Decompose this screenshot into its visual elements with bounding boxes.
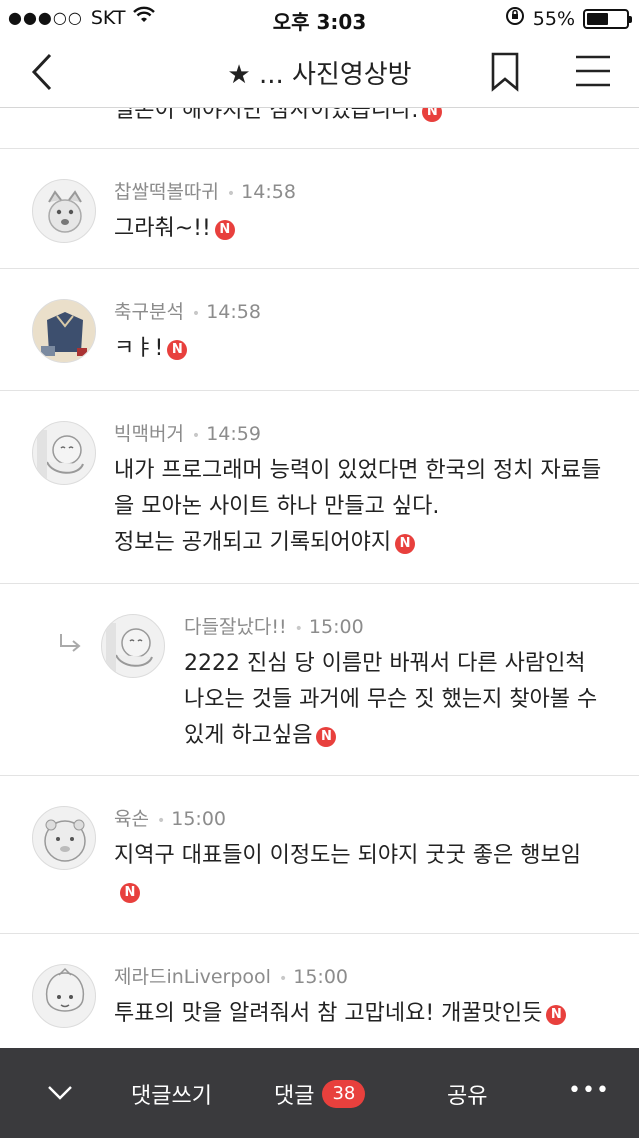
comment-item: 축구분석 • 14:58 ㅋㅑ! N [0,269,639,391]
comment-text: 내가 프로그래머 능력이 있었다면 한국의 정치 자료들 을 모아논 사이트 하… [114,458,602,555]
comment-author[interactable]: 다들잘났다!! [184,616,287,638]
comments-label: 댓글 [274,1084,315,1109]
chevron-down-icon [48,1086,72,1100]
comment-item: 빅맥버거 • 14:59 내가 프로그래머 능력이 있었다면 한국의 정치 자료들 … [0,391,639,584]
bookmark-icon [491,52,519,92]
new-badge: N [167,340,188,360]
new-badge: N [214,220,235,240]
photo-avatar-icon [33,300,95,362]
avatar[interactable] [101,614,165,678]
new-badge: N [120,883,140,903]
character-avatar-icon [106,623,153,673]
avatar[interactable] [32,964,96,1028]
bottom-toolbar: 댓글쓰기 댓글 38 공유 ••• [0,1048,639,1138]
comment-text: ㅋㅑ! N [114,331,188,367]
comment-author[interactable]: 축구분석 [114,301,184,323]
page-title: ★ ... 사진영상방 [227,60,412,90]
new-badge: N [395,534,416,554]
avatar[interactable] [32,179,96,243]
share-button[interactable]: 공유 [447,1078,487,1110]
battery-percent: 55% [532,7,575,30]
character-avatar-icon [48,190,82,233]
avatar[interactable] [32,421,96,485]
avatar[interactable] [32,299,96,363]
comment-author[interactable]: 빅맥버거 [114,423,184,445]
comment-time: 15:00 [308,616,364,638]
character-avatar-icon [44,819,86,862]
comment-text: 2222 진심 당 이름만 바꿔서 다른 사람인척 나오는 것들 과거에 무슨 … [184,651,598,748]
collapse-button[interactable] [46,1080,74,1104]
comment-author[interactable]: 육손 [114,808,149,830]
comment-time: 14:59 [206,423,261,445]
comment-author[interactable]: 찹쌀떡볼따귀 [114,181,219,203]
rotation-lock-icon [505,6,525,31]
comment-item: 찹쌀떡볼따귀 • 14:58 그라춰~!! N [0,148,639,269]
menu-button[interactable] [574,54,612,88]
new-badge: N [316,727,337,747]
avatar[interactable] [32,806,96,870]
comment-time: 14:58 [241,181,296,203]
comment-time: 15:00 [293,966,348,988]
reply-comment-item: 다들잘났다!! • 15:00 2222 진심 당 이름만 바꿔서 다른 사람인척 … [0,584,639,776]
comment-text: 지역구 대표들이 이정도는 되야지 굿굿 좋은 행보임 N [114,838,614,910]
nav-bar: ★ ... 사진영상방 [0,36,639,108]
battery-icon [583,8,632,29]
character-avatar-icon [37,430,84,480]
status-bar: ●●●○○ SKT 오후 3:03 55% [0,0,639,36]
comment-text: 투표의 맛을 알려줘서 참 고맙네요! 개꿀맛인듯 N [114,996,624,1032]
comment-item: 제라드inLiverpool • 15:00 투표의 맛을 알려줘서 참 고맙네요!… [0,934,639,1048]
comment-count-badge: 38 [322,1080,366,1108]
comments-button[interactable]: 댓글 38 [274,1078,366,1110]
new-badge: N [546,1005,567,1025]
comment-author[interactable]: 제라드inLiverpool [114,966,271,988]
reply-arrow-icon [58,632,84,660]
character-avatar-icon [45,967,85,1012]
comment-time: 15:00 [171,808,226,830]
hamburger-icon [576,55,610,87]
comment-time: 14:58 [206,301,261,323]
comment-item: 육손 • 15:00 지역구 대표들이 이정도는 되야지 굿굿 좋은 행보임 N [0,776,639,934]
bookmark-button[interactable] [488,52,522,92]
write-comment-button[interactable]: 댓글쓰기 [131,1078,212,1110]
more-options-button[interactable]: ••• [568,1078,610,1103]
comment-text: 그라춰~!! N [114,211,235,247]
